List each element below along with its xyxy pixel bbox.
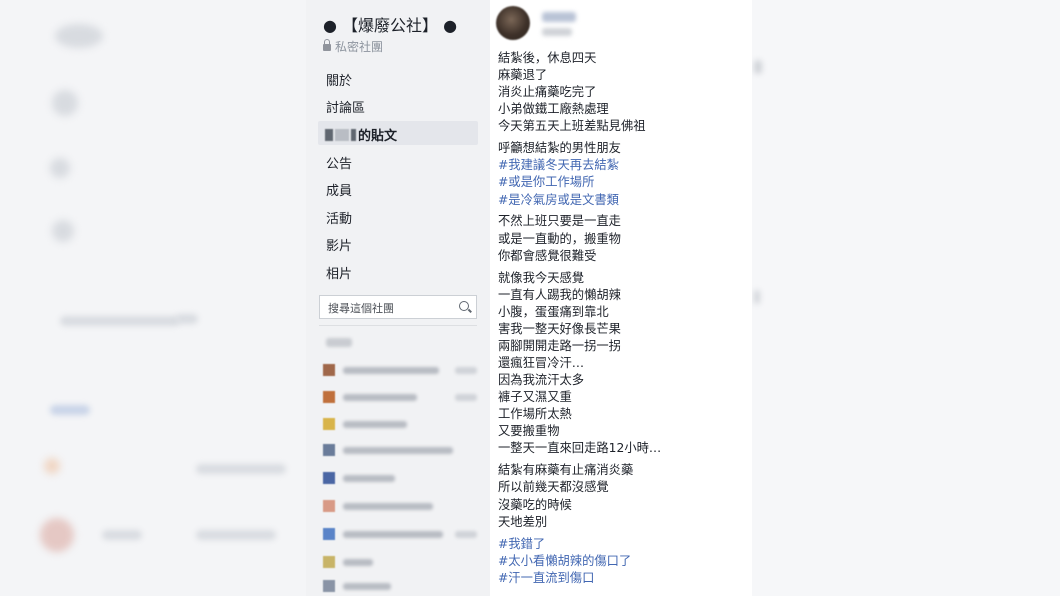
- post-text-line: 就像我今天感覺: [498, 270, 585, 285]
- hashtag-link[interactable]: #太小看懶胡辣的傷口了: [498, 553, 748, 570]
- group-name[interactable]: ● 【爆廢公社】 ●: [323, 12, 457, 36]
- privacy-text: 私密社團: [335, 40, 384, 54]
- hashtag-link[interactable]: #是冷氣房或是文書類: [498, 192, 748, 209]
- post-text-line: 麻藥退了: [498, 68, 548, 83]
- redacted-name: [335, 129, 349, 141]
- post-text-line: 兩腳開開走路一拐一拐: [498, 338, 621, 353]
- sidebar-item-member-posts[interactable]: 的貼文: [325, 125, 397, 144]
- hashtag-link[interactable]: #我錯了: [498, 536, 748, 553]
- sidebar-item-photos[interactable]: 相片: [326, 263, 352, 282]
- blurred-background-right: [752, 0, 1060, 596]
- post-body: 結紮後，休息四天 麻藥退了消炎止痛藥吃完了 小弟做鐵工廠熱處理今天第五天上班差點見佛…: [498, 50, 748, 592]
- post-paragraph: 呼籲想結紮的男性朋友 #我建議冬天再去結紮 #或是你工作場所 #是冷氣房或是文書類: [498, 140, 748, 208]
- search-placeholder: 搜尋這個社團: [328, 302, 394, 315]
- redacted-name: [351, 129, 356, 141]
- post-text-line: 呼籲想結紮的男性朋友: [498, 141, 621, 156]
- sidebar-item-about[interactable]: 關於: [326, 70, 352, 89]
- group-privacy-label: 私密社團: [323, 38, 383, 55]
- post-paragraph: 結紮有麻藥有止痛消炎藥 所以前幾天都沒感覺 沒藥吃的時候 天地差別: [498, 462, 748, 530]
- sidebar-item-label: 的貼文: [358, 129, 398, 144]
- post-text-line: 褲子又濕又重: [498, 390, 572, 405]
- search-icon[interactable]: [459, 301, 469, 311]
- post-text-line: 結紮有麻藥有止痛消炎藥: [498, 463, 634, 478]
- group-search-input[interactable]: 搜尋這個社團: [319, 295, 477, 319]
- post-text-line: 所以前幾天都沒感覺: [498, 480, 609, 495]
- post-text-line: 沒藥吃的時候: [498, 497, 572, 512]
- author-name-redacted[interactable]: [542, 12, 576, 22]
- post-paragraph: 就像我今天感覺一直有人踢我的懶胡辣 小腹，蛋蛋痛到靠北 害我一整天好像長芒果 兩腳開開…: [498, 270, 748, 458]
- author-avatar[interactable]: [496, 6, 530, 40]
- post-text-line: 天地差別: [498, 514, 548, 529]
- post-text-line: 你都會感覺很難受: [498, 248, 597, 263]
- hashtag-link[interactable]: #或是你工作場所: [498, 174, 748, 191]
- post-text-line: 今天第五天上班差點見佛祖: [498, 119, 646, 134]
- lock-icon: [323, 39, 331, 51]
- divider: [319, 325, 477, 326]
- post-text-line: 不然上班只要是一直走: [498, 214, 621, 229]
- post-text-line: 工作場所太熱: [498, 407, 572, 422]
- post-text-line: 害我一整天好像長芒果: [498, 321, 621, 336]
- post-text-line: 結紮後，休息四天: [498, 51, 597, 65]
- post-text-line: 因為我流汗太多: [498, 373, 585, 388]
- blurred-background-left: [0, 0, 306, 596]
- post-text-line: 消炎止痛藥吃完了: [498, 85, 597, 100]
- post-paragraph: 不然上班只要是一直走 或是一直動的，搬重物 你都會感覺很難受: [498, 213, 748, 264]
- post-timestamp-redacted: [542, 28, 572, 36]
- sidebar-item-events[interactable]: 活動: [326, 208, 352, 227]
- post-text-line: 又要搬重物: [498, 424, 560, 439]
- hashtag-link[interactable]: #我建議冬天再去結紮: [498, 157, 748, 174]
- sidebar-item-announcements[interactable]: 公告: [326, 153, 352, 172]
- redacted-name: [325, 129, 333, 141]
- sidebar-item-discussion[interactable]: 討論區: [326, 97, 365, 116]
- post-text-line: 一整天一直來回走路12小時…: [498, 441, 662, 456]
- post-text-line: 或是一直動的，搬重物: [498, 231, 621, 246]
- post-text-line: 小腹，蛋蛋痛到靠北: [498, 304, 609, 319]
- shortcuts-heading-redacted: [326, 338, 352, 347]
- post-paragraph: 結紮後，休息四天 麻藥退了消炎止痛藥吃完了 小弟做鐵工廠熱處理今天第五天上班差點見佛…: [498, 50, 748, 135]
- sidebar-item-videos[interactable]: 影片: [326, 235, 352, 254]
- post-text-line: 還瘋狂冒冷汗…: [498, 355, 585, 370]
- post-text-line: 小弟做鐵工廠熱處理: [498, 102, 609, 117]
- hashtag-link[interactable]: #汗一直流到傷口: [498, 570, 748, 587]
- post-text-line: 一直有人踢我的懶胡辣: [498, 287, 621, 302]
- post-paragraph: #我錯了 #太小看懶胡辣的傷口了 #汗一直流到傷口: [498, 536, 748, 587]
- sidebar-item-members[interactable]: 成員: [326, 180, 352, 199]
